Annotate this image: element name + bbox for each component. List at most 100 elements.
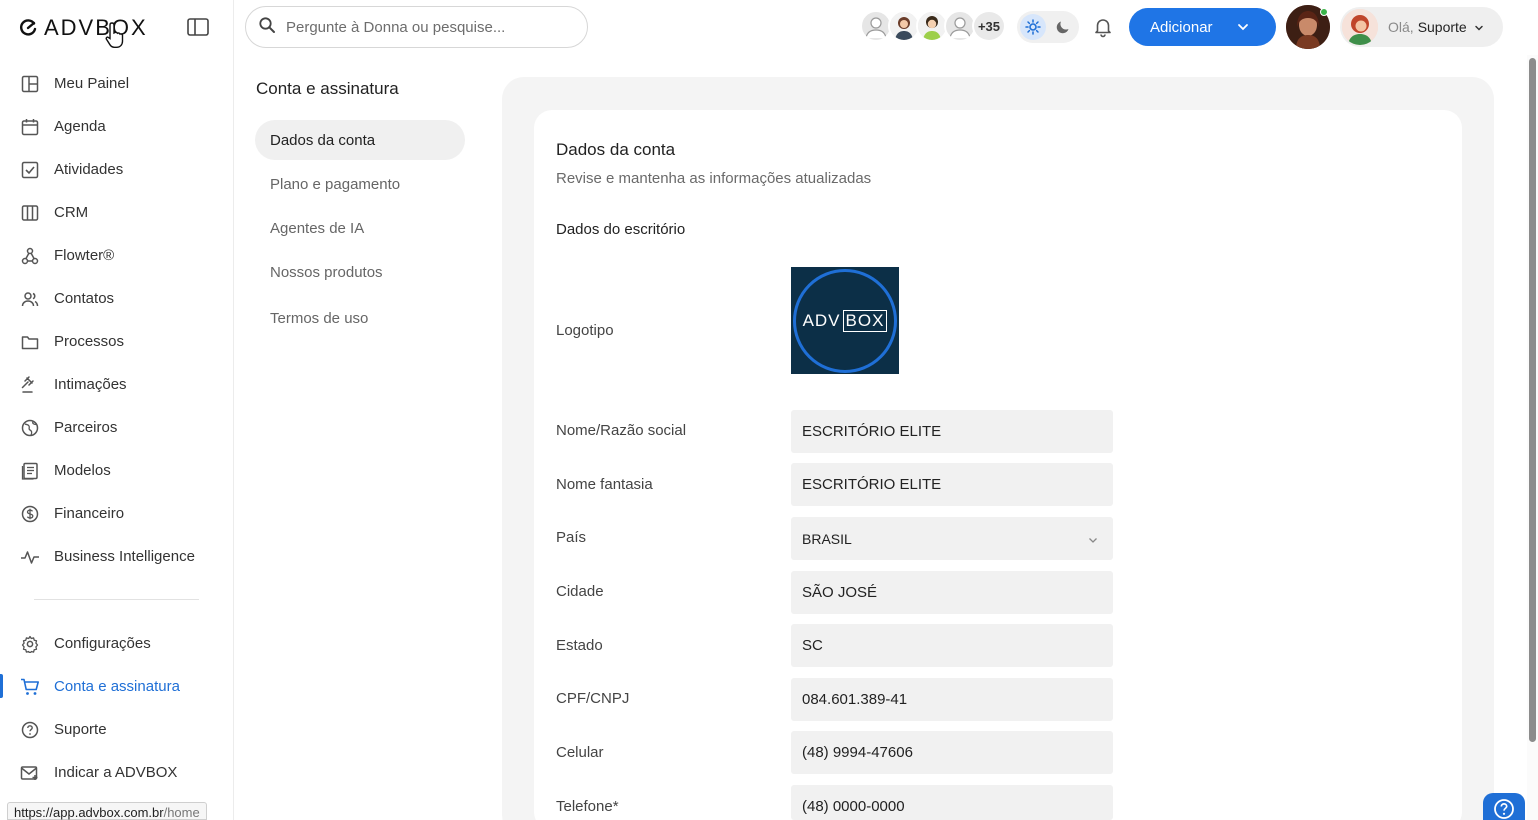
field-label-telefone: Telefone*	[556, 798, 619, 815]
app-logo[interactable]: ADVBOX	[18, 14, 148, 42]
sidebar-item-contatos[interactable]: Contatos	[0, 277, 233, 320]
moon-icon[interactable]	[1050, 14, 1076, 40]
sidebar-item-meu-painel[interactable]: Meu Painel	[0, 62, 233, 105]
scrollbar-thumb[interactable]	[1529, 58, 1536, 742]
field-label-pais: País	[556, 529, 587, 546]
sidebar-item-flowter[interactable]: Flowter®	[0, 234, 233, 277]
field-label-cpf-cnpj: CPF/CNPJ	[556, 690, 630, 707]
field-value: (48) 0000-0000	[802, 798, 905, 815]
sidebar-item-suporte[interactable]: Suporte	[0, 708, 233, 751]
chevron-down-icon	[1473, 21, 1485, 33]
logo-image-text: ADV BOX	[802, 309, 888, 332]
notifications-bell-icon[interactable]	[1092, 16, 1114, 38]
status-bar-url: https://app.advbox.com.br/home	[7, 802, 207, 820]
help-chat-button[interactable]	[1483, 793, 1525, 820]
page-title: Dados da conta	[556, 140, 676, 159]
subnav-title: Conta e assinatura	[256, 79, 399, 98]
sidebar-item-label: Atividades	[54, 161, 124, 178]
logo-label: Logotipo	[556, 322, 614, 339]
office-logo-image[interactable]: ADV BOX	[791, 267, 899, 374]
sidebar-item-label: Flowter®	[54, 247, 115, 264]
sidebar-item-label: Business Intelligence	[54, 548, 195, 565]
sidebar-item-modelos[interactable]: Modelos	[0, 449, 233, 492]
question-icon	[1493, 798, 1515, 820]
sidebar-item-configuracoes[interactable]: Configurações	[0, 622, 233, 665]
search-input[interactable]	[286, 18, 566, 36]
sidebar-item-conta-e-assinatura[interactable]: Conta e assinatura	[0, 665, 233, 708]
sidebar-item-indicar[interactable]: Indicar a ADVBOX	[0, 751, 233, 794]
sidebar-item-label: Indicar a ADVBOX	[54, 764, 178, 781]
telefone-field[interactable]: (48) 0000-0000	[791, 785, 1113, 820]
sidebar-item-financeiro[interactable]: Financeiro	[0, 492, 233, 535]
team-avatars[interactable]: +35	[860, 10, 1006, 42]
field-label-nome-fantasia: Nome fantasia	[556, 476, 653, 493]
field-value: BRASIL	[802, 530, 852, 547]
logo-text-adv: ADV	[802, 310, 841, 330]
account-subnav: Dados da conta Plano e pagamento Agentes…	[255, 120, 465, 342]
sidebar-item-label: Modelos	[54, 462, 111, 479]
estado-field[interactable]: SC	[791, 624, 1113, 667]
sidebar: ADVBOX Meu Painel Agenda Atividades CRM …	[0, 0, 234, 820]
logo-text: ADVBOX	[44, 15, 148, 40]
sidebar-item-processos[interactable]: Processos	[0, 320, 233, 363]
sidebar-item-agenda[interactable]: Agenda	[0, 105, 233, 148]
sidebar-item-label: Meu Painel	[54, 75, 130, 92]
main-nav: Meu Painel Agenda Atividades CRM Flowter…	[0, 62, 233, 794]
dollar-icon	[20, 504, 40, 524]
document-icon	[20, 461, 40, 481]
sidebar-item-label: Suporte	[54, 721, 107, 738]
sidebar-item-business-intelligence[interactable]: Business Intelligence	[0, 535, 233, 578]
pulse-icon	[20, 547, 40, 567]
subnav-item-dados-da-conta[interactable]: Dados da conta	[255, 120, 465, 160]
help-icon	[20, 720, 40, 740]
avatars-more-count: +35	[972, 10, 1006, 42]
user-greeting: Olá,	[1388, 19, 1414, 35]
sidebar-item-crm[interactable]: CRM	[0, 191, 233, 234]
sidebar-item-intimacoes[interactable]: Intimações	[0, 363, 233, 406]
field-value: ESCRITÓRIO ELITE	[802, 423, 942, 440]
crm-icon	[20, 203, 40, 223]
status-url-path: /home	[163, 805, 200, 820]
mail-icon	[20, 763, 40, 783]
folder-icon	[20, 332, 40, 352]
online-status-badge	[1320, 8, 1328, 16]
chevron-down-icon[interactable]	[1233, 17, 1253, 37]
user-menu[interactable]: Olá, Suporte	[1340, 7, 1503, 47]
sun-icon[interactable]	[1020, 14, 1046, 40]
cpf-cnpj-field[interactable]: 084.601.389-41	[791, 678, 1113, 721]
sidebar-item-label: Intimações	[54, 376, 127, 393]
user-avatar-illustration	[1342, 9, 1378, 45]
nome-razao-social-field[interactable]: ESCRITÓRIO ELITE	[791, 410, 1113, 453]
logo-text-box: BOX	[842, 309, 888, 332]
search-box[interactable]	[245, 6, 588, 48]
sidebar-item-atividades[interactable]: Atividades	[0, 148, 233, 191]
cidade-field[interactable]: SÃO JOSÉ	[791, 571, 1113, 614]
theme-toggle[interactable]	[1017, 11, 1079, 43]
user-name: Suporte	[1417, 19, 1467, 35]
gear-icon	[20, 634, 40, 654]
subnav-item-nossos-produtos[interactable]: Nossos produtos	[255, 252, 465, 292]
field-value: 084.601.389-41	[802, 691, 908, 708]
contacts-icon	[20, 289, 40, 309]
chevron-down-icon	[1087, 533, 1099, 545]
calendar-icon	[20, 117, 40, 137]
subnav-item-termos-de-uso[interactable]: Termos de uso	[255, 298, 465, 338]
sidebar-item-parceiros[interactable]: Parceiros	[0, 406, 233, 449]
nome-fantasia-field[interactable]: ESCRITÓRIO ELITE	[791, 463, 1113, 506]
field-label-cidade: Cidade	[556, 583, 604, 600]
field-value: ESCRITÓRIO ELITE	[802, 476, 942, 493]
sidebar-item-label: Processos	[54, 333, 125, 350]
sidebar-item-label: Contatos	[54, 290, 115, 307]
field-label-nome-razao-social: Nome/Razão social	[556, 422, 687, 439]
subnav-item-agentes-de-ia[interactable]: Agentes de IA	[255, 208, 465, 248]
sidebar-item-label: Conta e assinatura	[54, 678, 180, 695]
sidebar-item-label: Parceiros	[54, 419, 118, 436]
checkbox-icon	[20, 160, 40, 180]
sidebar-item-label: Financeiro	[54, 505, 125, 522]
sidebar-toggle-icon[interactable]	[186, 17, 210, 37]
mouse-cursor-icon	[104, 20, 128, 50]
add-button[interactable]: Adicionar	[1129, 8, 1276, 46]
pais-select[interactable]: BRASIL	[791, 517, 1113, 560]
subnav-item-plano-e-pagamento[interactable]: Plano e pagamento	[255, 164, 465, 204]
celular-field[interactable]: (48) 9994-47606	[791, 731, 1113, 774]
